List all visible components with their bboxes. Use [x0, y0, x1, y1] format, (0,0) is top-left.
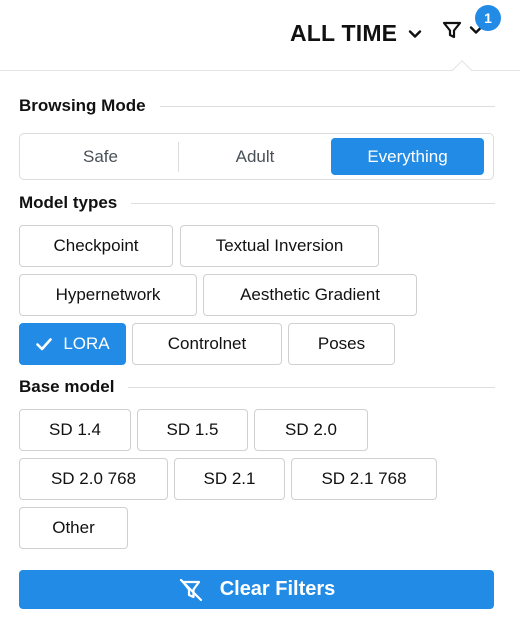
model-type-controlnet[interactable]: Controlnet	[132, 323, 282, 365]
clear-filters-button[interactable]: Clear Filters	[19, 570, 494, 609]
divider	[159, 105, 495, 107]
model-type-hypernetwork[interactable]: Hypernetwork	[19, 274, 197, 316]
base-model-sd-1-5[interactable]: SD 1.5	[137, 409, 248, 451]
filter-icon	[442, 21, 462, 39]
divider	[131, 202, 495, 204]
chevron-down-icon	[409, 29, 422, 38]
time-period-dropdown[interactable]: ALL TIME	[290, 20, 423, 47]
model-type-checkpoint[interactable]: Checkpoint	[19, 225, 173, 267]
base-model-other[interactable]: Other	[19, 507, 128, 549]
base-model-sd-2-1[interactable]: SD 2.1	[174, 458, 285, 500]
model-type-lora-label: LORA	[63, 334, 110, 353]
browsing-mode-title: Browsing Mode	[19, 96, 146, 115]
time-period-label: ALL TIME	[290, 20, 398, 46]
browsing-mode-heading: Browsing Mode	[19, 96, 495, 116]
checkmark-icon	[36, 338, 53, 351]
clear-filters-label: Clear Filters	[219, 578, 336, 600]
base-model-sd-2-0[interactable]: SD 2.0	[254, 409, 368, 451]
base-model-sd-2-1-768[interactable]: SD 2.1 768	[291, 458, 437, 500]
base-model-sd-1-4[interactable]: SD 1.4	[19, 409, 131, 451]
top-bar: ALL TIME 1	[0, 0, 520, 68]
model-types-heading: Model types	[19, 193, 495, 213]
base-model-sd-2-0-768[interactable]: SD 2.0 768	[19, 458, 168, 500]
browsing-mode-adult[interactable]: Adult	[179, 138, 331, 175]
browsing-mode-segmented-control: Safe Adult Everything	[19, 133, 494, 180]
model-types-title: Model types	[19, 193, 118, 212]
model-type-aesthetic-gradient[interactable]: Aesthetic Gradient	[203, 274, 417, 316]
divider	[128, 386, 495, 388]
base-model-heading: Base model	[19, 377, 495, 397]
model-type-textual-inversion[interactable]: Textual Inversion	[180, 225, 379, 267]
base-model-title: Base model	[19, 377, 115, 396]
browsing-mode-safe[interactable]: Safe	[23, 138, 178, 175]
model-type-lora[interactable]: LORA	[19, 323, 126, 365]
filter-count-badge: 1	[475, 5, 501, 31]
filter-off-icon	[179, 578, 202, 601]
browsing-mode-everything[interactable]: Everything	[331, 138, 484, 175]
model-type-poses[interactable]: Poses	[288, 323, 395, 365]
